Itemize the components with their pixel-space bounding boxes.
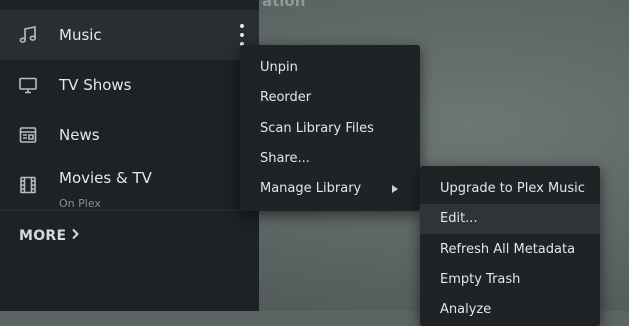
menu-item-label: Share... [260,151,310,166]
monitor-icon [18,75,38,95]
menu-item-edit[interactable]: Edit... [420,204,600,234]
sidebar-item-label: TV Shows [59,76,132,94]
menu-item-analyze[interactable]: Analyze [420,295,600,325]
sidebar-divider [0,210,259,211]
menu-item-label: Scan Library Files [260,121,374,136]
menu-item-label: Analyze [440,302,492,317]
menu-item-share[interactable]: Share... [240,144,420,174]
more-label: MORE [19,228,67,244]
menu-item-label: Empty Trash [440,272,521,287]
sidebar-item-label: Music [59,26,102,44]
menu-item-scan-library-files[interactable]: Scan Library Files [240,114,420,144]
sidebar-item-label: Movies & TV [59,169,152,187]
library-context-menu: Unpin Reorder Scan Library Files Share..… [240,45,420,211]
menu-item-unpin[interactable]: Unpin [240,53,420,83]
chevron-right-icon [70,228,80,244]
menu-item-empty-trash[interactable]: Empty Trash [420,265,600,295]
menu-item-label: Edit... [440,211,478,226]
more-options-icon[interactable] [232,24,252,46]
menu-item-label: Unpin [260,60,298,75]
menu-item-manage-library[interactable]: Manage Library [240,174,420,204]
sidebar-item-tv-shows[interactable]: TV Shows [0,60,259,110]
menu-item-reorder[interactable]: Reorder [240,83,420,113]
menu-item-label: Reorder [260,90,312,105]
sidebar-item-sublabel: On Plex [59,197,101,210]
menu-item-label: Manage Library [260,181,362,196]
menu-item-refresh-all-metadata[interactable]: Refresh All Metadata [420,235,600,265]
sidebar-item-label: News [59,126,100,144]
submenu-arrow-icon [392,185,398,193]
sidebar-item-music[interactable]: Music [0,10,259,60]
menu-item-label: Refresh All Metadata [440,242,576,257]
page-title-fragment: ation [262,0,306,10]
more-button[interactable]: MORE [19,228,80,244]
film-icon [18,175,38,195]
manage-library-submenu: Upgrade to Plex Music Edit... Refresh Al… [420,166,600,326]
menu-item-label: Upgrade to Plex Music [440,181,585,196]
sidebar-item-movies-tv[interactable]: Movies & TV On Plex [0,160,259,210]
menu-item-upgrade-to-plex-music[interactable]: Upgrade to Plex Music [420,174,600,204]
sidebar-item-news[interactable]: News [0,110,259,160]
sidebar: Music TV Shows News Movies & TV On Plex … [0,0,259,311]
music-note-icon [18,25,38,45]
newspaper-icon [18,125,38,145]
